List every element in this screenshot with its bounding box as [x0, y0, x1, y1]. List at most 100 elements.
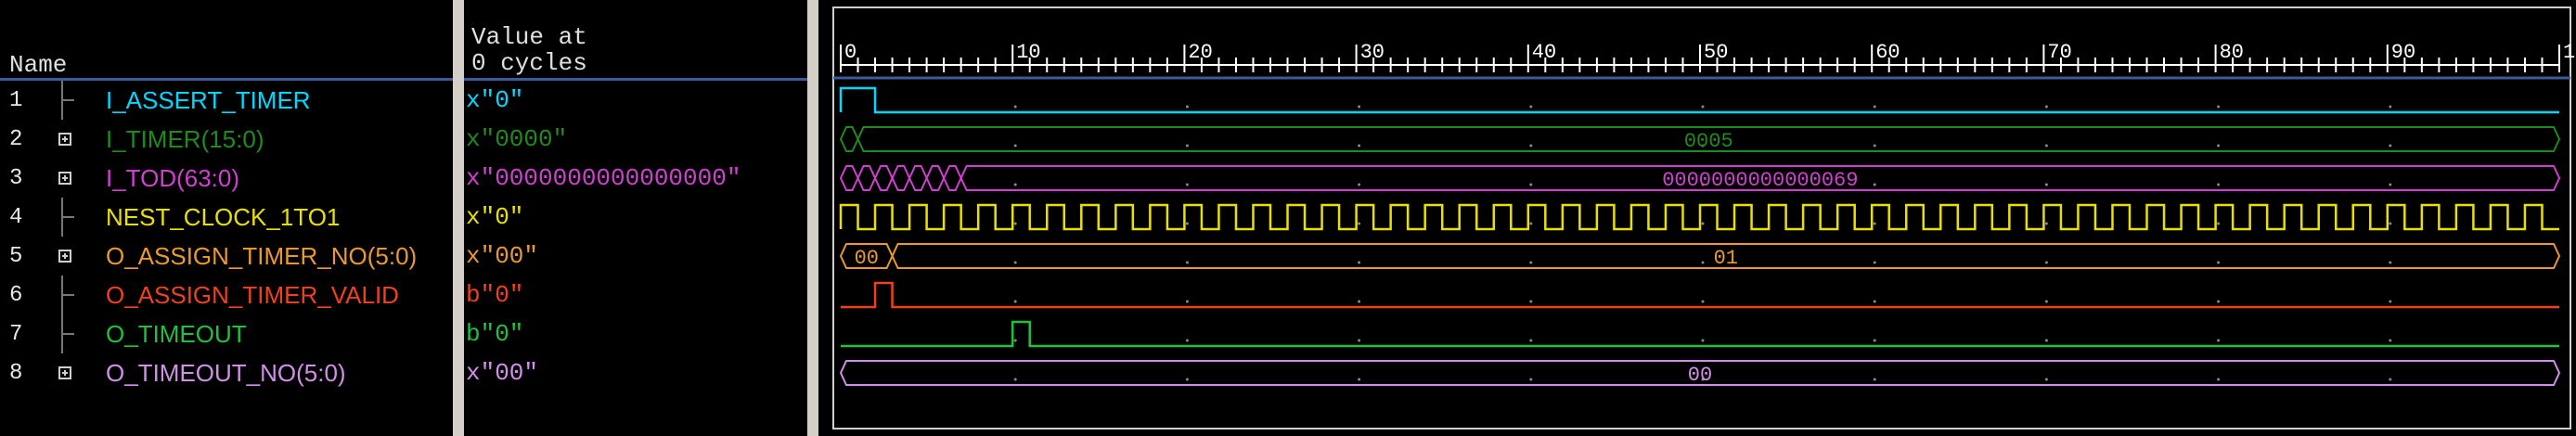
signal-value-row[interactable]: x"00"	[464, 237, 807, 276]
grid-dot	[2217, 222, 2221, 225]
signal-row[interactable]: 4 NEST_CLOCK_1TO1	[0, 198, 453, 237]
grid-dot	[2389, 378, 2392, 381]
grid-dot	[1873, 339, 1876, 342]
bus-segment	[943, 165, 962, 191]
grid-dot	[2044, 378, 2048, 381]
waveform-trace	[839, 86, 2559, 114]
signal-value: x"0"	[466, 86, 524, 114]
grid-dot	[1013, 183, 1017, 186]
signal-value-row[interactable]: x"0000000000000000"	[464, 159, 807, 198]
grid-dot	[1873, 378, 1876, 381]
grid-dot	[1529, 300, 1533, 303]
signal-value-row[interactable]: b"0"	[464, 314, 807, 353]
grid-dot	[1873, 105, 1876, 109]
grid-dot	[1529, 183, 1533, 186]
grid-dot	[1185, 300, 1189, 303]
signal-name[interactable]: O_TIMEOUT	[106, 320, 247, 349]
timeline-tick-label: 100	[2563, 41, 2576, 64]
grid-dot	[1185, 144, 1189, 147]
grid-dot	[1013, 144, 1017, 147]
grid-dot	[2389, 144, 2392, 147]
grid-dot	[2217, 339, 2221, 342]
signal-index: 7	[9, 321, 23, 347]
signal-name[interactable]: O_ASSIGN_TIMER_NO(5:0)	[106, 242, 417, 271]
signal-name[interactable]: NEST_CLOCK_1TO1	[106, 203, 340, 232]
grid-dot	[1013, 300, 1017, 303]
expand-plus-icon[interactable]	[46, 172, 84, 185]
signal-row[interactable]: 3 I_TOD(63:0)	[0, 159, 453, 198]
grid-dot	[1185, 261, 1189, 264]
timeline-tick-label: 70	[2047, 41, 2071, 64]
grid-dot	[1873, 300, 1876, 303]
timeline-tick-label: 80	[2220, 41, 2244, 64]
signal-row[interactable]: 5 O_ASSIGN_TIMER_NO(5:0)	[0, 237, 453, 276]
grid-dot	[1185, 339, 1189, 342]
grid-dot	[1701, 261, 1705, 264]
signal-value: x"00"	[466, 242, 539, 270]
signal-value-row[interactable]: x"0"	[464, 81, 807, 120]
expand-plus-icon[interactable]	[46, 366, 84, 379]
grid-dot	[2044, 105, 2048, 109]
signal-name[interactable]: O_TIMEOUT_NO(5:0)	[106, 359, 346, 388]
grid-dot	[1701, 105, 1705, 109]
grid-dot	[1873, 261, 1876, 264]
grid-dot	[2044, 183, 2048, 186]
grid-dot	[2044, 261, 2048, 264]
grid-dot	[1358, 261, 1361, 264]
grid-dot	[2217, 105, 2221, 109]
grid-dot	[1701, 300, 1705, 303]
signal-index: 3	[9, 165, 23, 191]
signal-value-row[interactable]: x"0"	[464, 198, 807, 237]
signal-value: x"0000"	[466, 125, 568, 153]
name-column-header[interactable]: Name	[0, 0, 453, 81]
value-column-header[interactable]: Value at 0 cycles	[464, 0, 807, 81]
timeline-tick-label: 20	[1188, 41, 1212, 64]
grid-dot	[1358, 105, 1361, 109]
bus-segment	[891, 165, 911, 191]
waveform-pane[interactable]: 0102030405060708090100000500000000000000…	[818, 0, 2576, 436]
signal-value-row[interactable]: x"0000"	[464, 120, 807, 159]
signal-row[interactable]: 7 O_TIMEOUT	[0, 314, 453, 353]
bus-segment	[908, 165, 928, 191]
grid-dot	[2389, 183, 2392, 186]
signal-row[interactable]: 2 I_TIMER(15:0)	[0, 120, 453, 159]
grid-dot	[2389, 261, 2392, 264]
signal-value-row[interactable]: b"0"	[464, 276, 807, 314]
signal-row[interactable]: 6 O_ASSIGN_TIMER_VALID	[0, 276, 453, 314]
bus-segment	[857, 165, 877, 191]
waveform-trace	[841, 320, 2559, 348]
expand-plus-icon[interactable]	[46, 250, 84, 263]
signal-name[interactable]: I_TIMER(15:0)	[106, 125, 264, 154]
waveform-canvas[interactable]: 0102030405060708090100000500000000000000…	[818, 0, 2576, 436]
bus-value-label: 01	[1714, 247, 1738, 270]
grid-dot	[1185, 105, 1189, 109]
tree-branch-icon	[46, 276, 84, 314]
signal-row[interactable]: 8 O_TIMEOUT_NO(5:0)	[0, 353, 453, 392]
signal-index: 5	[9, 243, 23, 269]
signal-row[interactable]: 1 I_ASSERT_TIMER	[0, 81, 453, 120]
grid-dot	[2044, 144, 2048, 147]
signal-index: 2	[9, 126, 23, 152]
expand-plus-icon[interactable]	[46, 133, 84, 146]
grid-dot	[2389, 222, 2392, 225]
clock-trace	[839, 203, 2559, 231]
signal-value-row[interactable]: x"00"	[464, 353, 807, 392]
pane-splitter-left[interactable]	[453, 0, 464, 436]
tree-branch-icon	[46, 198, 84, 237]
grid-dot	[1529, 378, 1533, 381]
signal-name[interactable]: O_ASSIGN_TIMER_VALID	[106, 281, 399, 310]
signal-index: 4	[9, 204, 23, 230]
bus-segment	[873, 165, 894, 191]
grid-dot	[1358, 378, 1361, 381]
grid-dot	[2389, 339, 2392, 342]
pane-splitter-right[interactable]	[807, 0, 818, 436]
grid-dot	[1701, 339, 1705, 342]
signal-index: 8	[9, 360, 23, 386]
grid-dot	[1529, 105, 1533, 109]
grid-dot	[1013, 222, 1017, 225]
waveform-trace	[841, 281, 2559, 309]
signal-name[interactable]: I_TOD(63:0)	[106, 164, 239, 193]
grid-dot	[2217, 378, 2221, 381]
signal-name[interactable]: I_ASSERT_TIMER	[106, 86, 311, 115]
timeline-tick-label: 90	[2391, 41, 2415, 64]
